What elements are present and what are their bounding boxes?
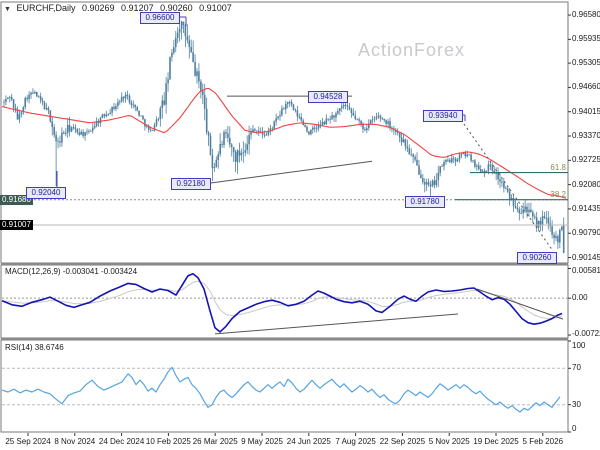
falling-dashed-trendline bbox=[463, 123, 554, 252]
price-annotation[interactable]: 0.94528 bbox=[308, 91, 348, 103]
macd-rising-trendline bbox=[214, 313, 459, 335]
moving-average-line bbox=[1, 87, 567, 199]
rsi-indicator-label: RSI(14) 38.6746 bbox=[5, 343, 64, 352]
forex-chart-window: ▼ EURCHF,Daily 0.90269 0.91207 0.90260 0… bbox=[0, 0, 600, 450]
macd-signal-line bbox=[1, 280, 563, 319]
price-annotation[interactable]: 0.92040 bbox=[26, 187, 66, 199]
candlesticks bbox=[3, 14, 565, 254]
rsi-line bbox=[1, 366, 561, 413]
fib-percentage-label: 61.8 bbox=[550, 162, 566, 172]
ohlc-open: 0.90269 bbox=[81, 3, 115, 13]
fib-percentage-label: 38.2 bbox=[550, 189, 566, 199]
chart-canvas[interactable] bbox=[0, 0, 600, 450]
macd-falling-trendline bbox=[476, 288, 564, 320]
rising-support-trendline bbox=[209, 160, 373, 184]
price-annotation[interactable]: 0.90260 bbox=[517, 252, 557, 264]
macd-main-line bbox=[1, 272, 563, 333]
ohlc-close: 0.91007 bbox=[199, 3, 232, 13]
macd-indicator-label: MACD(12,26,9) -0.003041 -0.003424 bbox=[5, 267, 138, 276]
symbol-timeframe: EURCHF,Daily bbox=[16, 3, 76, 13]
price-annotation[interactable]: 0.96600 bbox=[140, 12, 180, 24]
price-annotation[interactable]: 0.93940 bbox=[423, 110, 463, 122]
last-price-box: 0.91007 bbox=[0, 220, 33, 231]
collapse-chart-icon[interactable]: ▼ bbox=[4, 6, 11, 13]
chart-header: ▼ EURCHF,Daily 0.90269 0.91207 0.90260 0… bbox=[4, 3, 232, 13]
price-annotation[interactable]: 0.92180 bbox=[171, 178, 211, 190]
main-pane-border bbox=[0, 1, 569, 264]
price-annotation[interactable]: 0.91780 bbox=[405, 196, 445, 208]
